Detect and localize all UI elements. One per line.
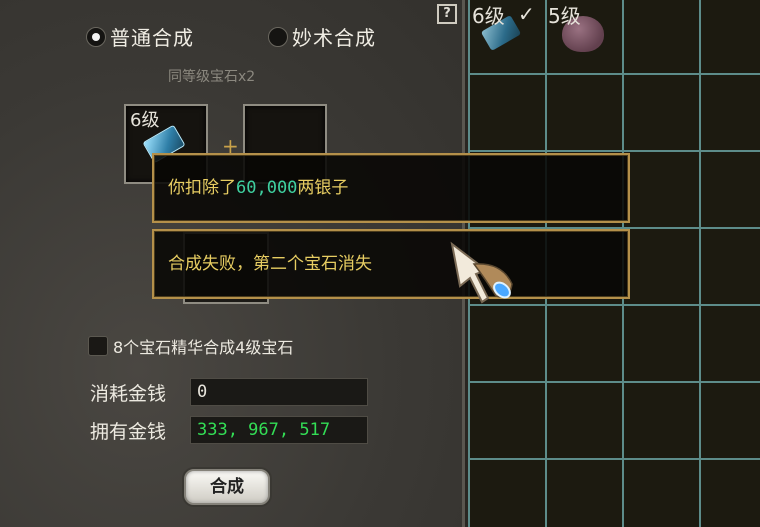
essence-checkbox[interactable] [88, 336, 108, 356]
requirement-hint: 同等级宝石x2 [168, 69, 256, 85]
radio-unselected-icon [268, 26, 288, 47]
failure-message: 合成失败，第二个宝石消失 [152, 229, 630, 299]
magic-synthesis-radio[interactable]: 妙术合成 [268, 22, 376, 51]
cost-value: 0 [190, 378, 368, 406]
essence-option[interactable]: 8个宝石精华合成4级宝石 [88, 334, 293, 358]
failure-text: 合成失败，第二个宝石消失 [168, 254, 372, 274]
normal-synthesis-label: 普通合成 [110, 26, 194, 50]
deduction-prefix: 你扣除了 [168, 178, 236, 198]
owned-row: 拥有金钱 333, 967, 517 [90, 416, 368, 444]
deduction-amount: 60,000 [236, 178, 298, 198]
essence-option-label: 8个宝石精华合成4级宝石 [113, 338, 294, 357]
magic-synthesis-label: 妙术合成 [292, 26, 376, 50]
help-icon[interactable]: ? [437, 4, 457, 24]
deduction-message: 你扣除了60,000两银子 [152, 153, 630, 223]
cost-row: 消耗金钱 0 [90, 378, 368, 406]
gem-slot-1-level: 6级 [130, 110, 160, 131]
inventory-item-2-level: 5级 [548, 4, 581, 28]
deduction-suffix: 两银子 [297, 178, 349, 198]
check-icon: ✓ [518, 2, 535, 26]
cursor-icon [450, 241, 513, 304]
owned-value: 333, 967, 517 [190, 416, 368, 444]
cost-label: 消耗金钱 [90, 382, 167, 405]
owned-label: 拥有金钱 [90, 420, 167, 443]
radio-selected-icon [86, 26, 106, 47]
combine-button[interactable]: 合成 [184, 469, 270, 505]
normal-synthesis-radio[interactable]: 普通合成 [86, 22, 194, 51]
inventory-item-1-level: 6级 [472, 4, 505, 28]
